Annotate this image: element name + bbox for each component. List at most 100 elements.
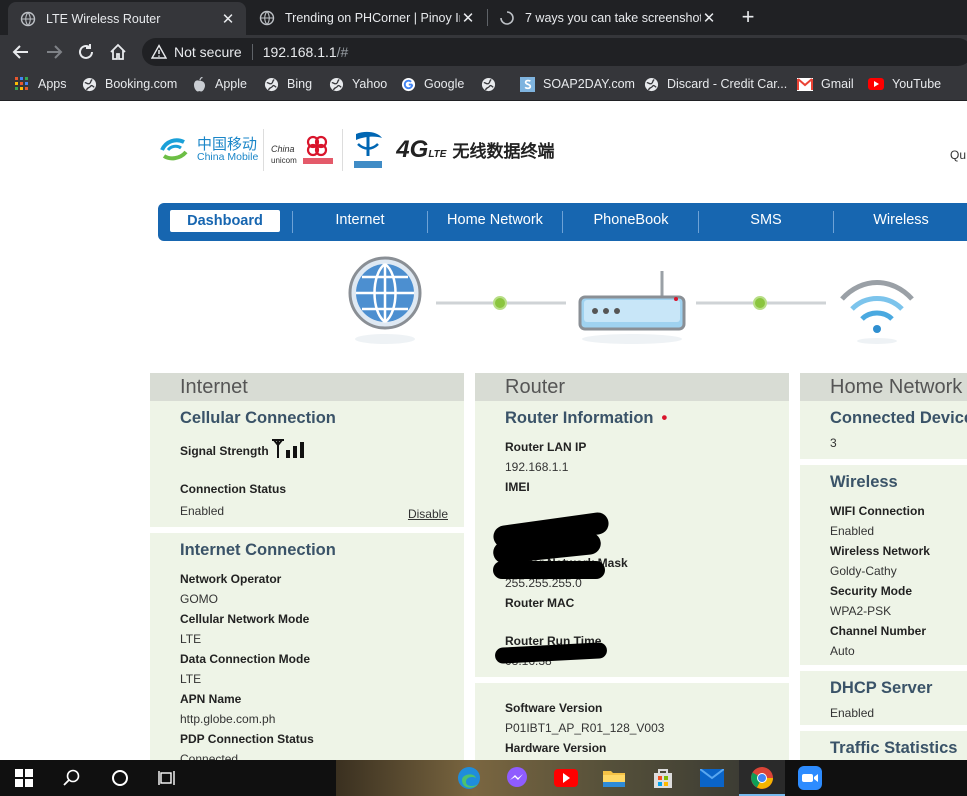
globe-icon xyxy=(263,76,279,92)
close-icon[interactable]: ✕ xyxy=(460,9,476,27)
bookmark-soap2day[interactable]: SOAP2DAY.com xyxy=(519,76,635,92)
search-icon xyxy=(63,769,80,786)
close-icon[interactable]: ✕ xyxy=(701,9,717,27)
warning-icon xyxy=(151,44,167,59)
bookmark-discard[interactable]: Discard - Credit Car... xyxy=(643,76,787,92)
zoom-video-icon xyxy=(798,766,822,790)
bookmark-unnamed[interactable] xyxy=(480,76,504,92)
home-button[interactable] xyxy=(106,40,130,64)
menu-dashboard[interactable]: Dashboard xyxy=(170,210,280,232)
bookmark-label: Bing xyxy=(287,77,313,91)
apple-icon xyxy=(191,76,207,92)
bookmarks-bar: Apps Booking.com Apple Bing Yahoo Google… xyxy=(0,69,967,101)
field-label: WIFI Connection xyxy=(830,504,925,518)
browser-tab-strip: LTE Wireless Router ✕ Trending on PHCorn… xyxy=(0,0,967,35)
cellular-connection-section: Cellular Connection Signal Strength Conn… xyxy=(150,401,464,533)
home-network-panel: Home Network Connected Device 3 Wireless… xyxy=(800,373,967,760)
router-information-title: Router Information • xyxy=(505,409,789,428)
field-label: Cellular Network Mode xyxy=(180,612,310,626)
china-mobile-logo: 中国移动 China Mobile xyxy=(197,137,258,163)
logo-divider xyxy=(263,129,265,171)
menu-phonebook[interactable]: PhoneBook xyxy=(563,203,699,241)
menu-home-network[interactable]: Home Network xyxy=(428,203,562,241)
taskbar-chrome[interactable] xyxy=(749,766,775,790)
internet-connection-section: Internet Connection Network Operator GOM… xyxy=(150,533,464,760)
back-button[interactable] xyxy=(9,40,33,64)
mail-icon xyxy=(700,769,724,787)
start-button[interactable] xyxy=(11,766,37,790)
windows-taskbar xyxy=(0,760,967,796)
back-arrow-icon xyxy=(12,45,28,59)
carrier-logos: 中国移动 China Mobile China unicom 4G LTE 无线… xyxy=(158,125,554,175)
taskbar-store[interactable] xyxy=(650,766,676,790)
reload-button[interactable] xyxy=(74,40,98,64)
logo-4g-text: 4G xyxy=(396,136,429,163)
bookmark-label: Gmail xyxy=(821,77,854,91)
globe-icon xyxy=(643,76,659,92)
bookmark-bing[interactable]: Bing xyxy=(263,76,312,92)
reload-icon xyxy=(79,44,93,59)
cortana-button[interactable] xyxy=(107,766,133,790)
bookmark-apple[interactable]: Apple xyxy=(191,76,247,92)
address-bar[interactable]: Not secure 192.168.1.1/# xyxy=(142,38,967,66)
signal-strength-row: Signal Strength xyxy=(180,438,464,458)
menu-sms[interactable]: SMS xyxy=(699,203,833,241)
taskbar-wallpaper-area xyxy=(336,760,748,796)
close-icon[interactable]: ✕ xyxy=(220,10,236,28)
bookmark-apps[interactable]: Apps xyxy=(14,76,67,92)
taskbar-messenger[interactable] xyxy=(504,766,530,790)
bookmark-yahoo[interactable]: Yahoo xyxy=(328,76,387,92)
redaction-mark xyxy=(493,561,605,579)
field-value: LTE xyxy=(180,632,202,646)
youtube-icon xyxy=(868,76,884,92)
field-value: Connected xyxy=(180,752,239,760)
loading-spinner-icon xyxy=(500,10,514,25)
new-tab-button[interactable]: + xyxy=(737,5,759,29)
bookmark-youtube[interactable]: YouTube xyxy=(868,76,941,92)
browser-toolbar: Not secure 192.168.1.1/# xyxy=(0,35,967,69)
signal-strength-label: Signal Strength xyxy=(180,444,269,458)
logo-tagline: 无线数据终端 xyxy=(452,142,555,162)
taskbar-youtube[interactable] xyxy=(553,766,579,790)
main-menu: Dashboard Internet Home Network PhoneBoo… xyxy=(158,203,967,241)
taskbar-file-explorer[interactable] xyxy=(601,766,627,790)
link-line-right xyxy=(696,296,826,310)
traffic-statistics-title: Traffic Statistics xyxy=(830,739,958,757)
menu-wireless[interactable]: Wireless xyxy=(834,203,967,241)
router-panel: Router Router Information • Router LAN IP… xyxy=(475,373,789,760)
router-information-label: Router Information xyxy=(505,409,654,427)
bookmark-gmail[interactable]: Gmail xyxy=(797,76,854,92)
taskbar-edge[interactable] xyxy=(456,766,482,790)
disable-connection-link[interactable]: Disable xyxy=(408,507,448,521)
not-secure-label[interactable]: Not secure xyxy=(174,44,242,60)
bookmark-booking[interactable]: Booking.com xyxy=(81,76,177,92)
traffic-statistics-section: Traffic Statistics xyxy=(800,731,967,760)
router-panel-title: Router xyxy=(475,373,789,401)
globe-icon xyxy=(81,76,97,92)
bookmark-label: Yahoo xyxy=(352,77,388,91)
search-button[interactable] xyxy=(59,766,85,790)
bookmark-label: Booking.com xyxy=(105,77,178,91)
task-view-button[interactable] xyxy=(154,766,180,790)
url-text[interactable]: 192.168.1.1/# xyxy=(263,44,349,60)
bookmark-label: Apple xyxy=(215,77,247,91)
wifi-signal-icon xyxy=(840,280,914,344)
required-marker: • xyxy=(661,409,668,427)
menu-internet[interactable]: Internet xyxy=(293,203,427,241)
router-web-page: 中国移动 China Mobile China unicom 4G LTE 无线… xyxy=(0,101,967,760)
tab-screenshots[interactable]: 7 ways you can take screenshots ✕ xyxy=(487,0,727,35)
tab-phcorner[interactable]: Trending on PHCorner | Pinoy Int ✕ xyxy=(247,0,486,35)
quick-setup-link[interactable]: Qu xyxy=(950,148,966,162)
taskbar-zoom[interactable] xyxy=(797,766,823,790)
bookmark-google[interactable]: Google xyxy=(400,76,464,92)
messenger-icon xyxy=(507,767,527,787)
taskbar-mail[interactable] xyxy=(699,766,725,790)
field-value: WPA2-PSK xyxy=(830,604,892,618)
tab-lte-wireless-router[interactable]: LTE Wireless Router ✕ xyxy=(8,2,246,35)
apps-grid-icon xyxy=(14,76,30,92)
wireless-section: Wireless WIFI Connection Enabled Wireles… xyxy=(800,465,967,671)
field-label: IMEI xyxy=(505,480,530,494)
field-label: Software Version xyxy=(505,701,603,715)
china-unicom-logo-icon: China unicom xyxy=(271,135,334,165)
forward-button[interactable] xyxy=(42,40,66,64)
